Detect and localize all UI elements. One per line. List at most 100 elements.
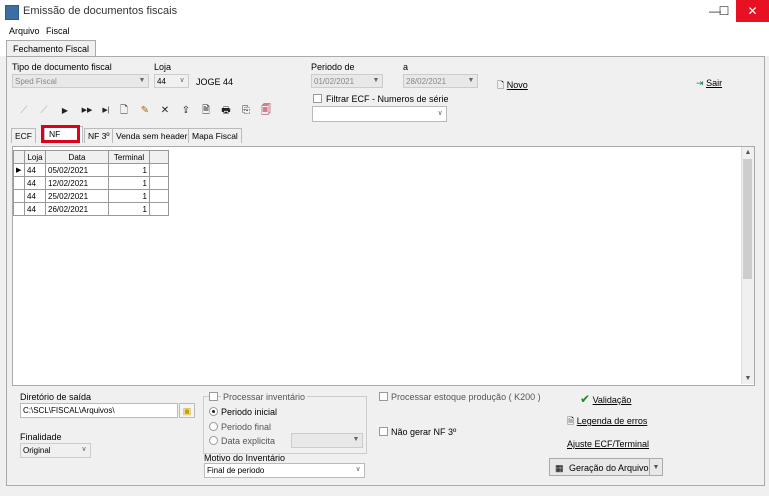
- nao-gerar-nf3-checkbox[interactable]: [379, 427, 388, 436]
- preview-icon[interactable]: 🗎: [200, 105, 212, 117]
- chevron-down-icon[interactable]: ▼: [649, 459, 662, 475]
- edit-icon[interactable]: ✎: [139, 105, 151, 117]
- chevron-down-icon: ∨: [81, 446, 87, 453]
- new-doc-icon[interactable]: 🗋: [118, 105, 130, 117]
- finalidade-select[interactable]: Original ∨: [20, 443, 91, 458]
- scroll-up-icon[interactable]: ▲: [742, 147, 754, 158]
- cell-extra: [149, 176, 169, 190]
- nao-gerar-nf3-label: Não gerar NF 3º: [391, 427, 457, 437]
- delete-icon[interactable]: ✕: [159, 105, 171, 117]
- table-row[interactable]: 44 12/02/2021 1: [13, 176, 169, 190]
- cell-extra: [149, 163, 169, 177]
- scroll-thumb[interactable]: [743, 159, 752, 279]
- validacao-label: Validação: [592, 395, 632, 405]
- geracao-arquivo-button[interactable]: ▦ Geração do Arquivo ▼: [549, 458, 663, 476]
- loja-select[interactable]: 44 ∨: [154, 74, 189, 88]
- main-tab-bar: [0, 38, 769, 56]
- filtrar-ecf-checkbox[interactable]: [313, 94, 322, 103]
- close-button[interactable]: ✕: [736, 0, 769, 22]
- tipo-label: Tipo de documento fiscal: [12, 62, 112, 72]
- finalidade-value: Original: [23, 446, 51, 455]
- grid-table: Loja Data Terminal ▶ 44 05/02/2021 1 44 …: [13, 150, 169, 216]
- motivo-value: Final de periodo: [207, 466, 265, 475]
- first-icon[interactable]: ⟋: [18, 105, 30, 117]
- cell-terminal[interactable]: 1: [108, 202, 150, 216]
- cell-loja[interactable]: 44: [24, 163, 46, 177]
- loja-name: JOGE 44: [196, 77, 234, 87]
- periodo-inicial-radio[interactable]: [209, 407, 218, 416]
- periodo-final-label: Periodo final: [221, 422, 272, 432]
- column-header-terminal[interactable]: Terminal: [108, 150, 150, 164]
- fast-forward-icon[interactable]: ▶▶: [80, 105, 94, 117]
- vertical-scrollbar[interactable]: ▲ ▼: [741, 147, 754, 384]
- cell-extra: [149, 202, 169, 216]
- finalidade-label: Finalidade: [20, 432, 62, 442]
- cell-data[interactable]: 26/02/2021: [45, 202, 109, 216]
- data-grid[interactable]: Loja Data Terminal ▶ 44 05/02/2021 1 44 …: [12, 146, 755, 386]
- tab-fechamento-fiscal[interactable]: Fechamento Fiscal: [6, 40, 97, 57]
- ajuste-ecf-button[interactable]: Ajuste ECF/Terminal: [567, 439, 649, 449]
- main-window: Emissão de documentos fiscais — ☐ ✕ Arqu…: [0, 0, 769, 496]
- next-icon[interactable]: ▶: [59, 105, 71, 117]
- tab-venda-sem-header[interactable]: Venda sem header: [112, 128, 192, 143]
- novo-button[interactable]: 🗋 Novo: [497, 78, 528, 94]
- motivo-label: Motivo do Inventário: [204, 453, 286, 463]
- tab-nf3[interactable]: NF 3º: [84, 128, 114, 143]
- cell-loja[interactable]: 44: [24, 202, 46, 216]
- scroll-down-icon[interactable]: ▼: [742, 373, 754, 384]
- motivo-select[interactable]: Final de periodo ∨: [204, 463, 365, 478]
- tab-mapa-fiscal[interactable]: Mapa Fiscal: [188, 128, 242, 143]
- processar-inventario-checkbox[interactable]: [209, 392, 218, 401]
- check-icon: ✔: [580, 392, 591, 406]
- table-row[interactable]: ▶ 44 05/02/2021 1: [13, 163, 169, 177]
- cell-terminal[interactable]: 1: [108, 176, 150, 190]
- cell-loja[interactable]: 44: [24, 176, 46, 190]
- sair-button[interactable]: ⇥ Sair: [696, 78, 722, 89]
- menu-arquivo[interactable]: Arquivo: [9, 26, 40, 36]
- export-icon[interactable]: ⇪: [180, 105, 192, 117]
- row-indicator-header: [13, 150, 25, 164]
- print-icon[interactable]: 🖶: [220, 105, 232, 117]
- report-icon[interactable]: 🗐: [260, 105, 272, 117]
- column-header-data[interactable]: Data: [45, 150, 109, 164]
- title-bar: Emissão de documentos fiscais — ☐ ✕: [0, 0, 769, 24]
- window-title: Emissão de documentos fiscais: [23, 5, 178, 17]
- periodo-final-radio[interactable]: [209, 422, 218, 431]
- cell-data[interactable]: 12/02/2021: [45, 176, 109, 190]
- data-explicita-label: Data explicita: [221, 436, 276, 446]
- periodo-fim-field[interactable]: 28/02/2021 ▼: [403, 74, 478, 88]
- row-indicator: [13, 202, 25, 216]
- periodo-inicio-field[interactable]: 01/02/2021 ▼: [311, 74, 383, 88]
- menu-fiscal[interactable]: Fiscal: [46, 26, 70, 36]
- copy-icon[interactable]: ⎘: [240, 105, 252, 117]
- prev-icon[interactable]: ⟋: [38, 105, 50, 117]
- document-icon: 🗎: [567, 416, 575, 426]
- column-header-loja[interactable]: Loja: [24, 150, 46, 164]
- tab-ecf[interactable]: ECF: [11, 128, 36, 143]
- tipo-value: Sped Fiscal: [15, 77, 57, 86]
- legenda-button[interactable]: 🗎 Legenda de erros: [567, 414, 647, 430]
- cell-data[interactable]: 25/02/2021: [45, 189, 109, 203]
- data-explicita-field[interactable]: ▼: [291, 433, 363, 448]
- last-icon[interactable]: ▶|: [100, 105, 112, 117]
- periodo-label: Periodo de: [311, 62, 355, 72]
- loja-label: Loja: [154, 62, 172, 72]
- calendar-dropdown-icon: ▼: [467, 77, 475, 84]
- new-doc-icon: 🗋: [497, 80, 505, 90]
- data-explicita-radio[interactable]: [209, 436, 218, 445]
- processar-estoque-label: Processar estoque produção ( K200 ): [391, 392, 541, 402]
- maximize-button[interactable]: ☐: [709, 0, 739, 22]
- cell-data[interactable]: 05/02/2021: [45, 163, 109, 177]
- cell-terminal[interactable]: 1: [108, 163, 150, 177]
- validacao-button[interactable]: ✔ Validação: [580, 392, 631, 406]
- cell-terminal[interactable]: 1: [108, 189, 150, 203]
- cell-loja[interactable]: 44: [24, 189, 46, 203]
- processar-estoque-checkbox[interactable]: [379, 392, 388, 401]
- filtrar-ecf-select[interactable]: ∨: [312, 106, 447, 122]
- calendar-dropdown-icon: ▼: [372, 77, 380, 84]
- table-row[interactable]: 44 26/02/2021 1: [13, 202, 169, 216]
- diretorio-input[interactable]: C:\SCL\FISCAL\Arquivos\: [20, 403, 178, 418]
- table-row[interactable]: 44 25/02/2021 1: [13, 189, 169, 203]
- tipo-select[interactable]: Sped Fiscal ▼: [12, 74, 149, 88]
- folder-icon[interactable]: ▣: [179, 403, 195, 418]
